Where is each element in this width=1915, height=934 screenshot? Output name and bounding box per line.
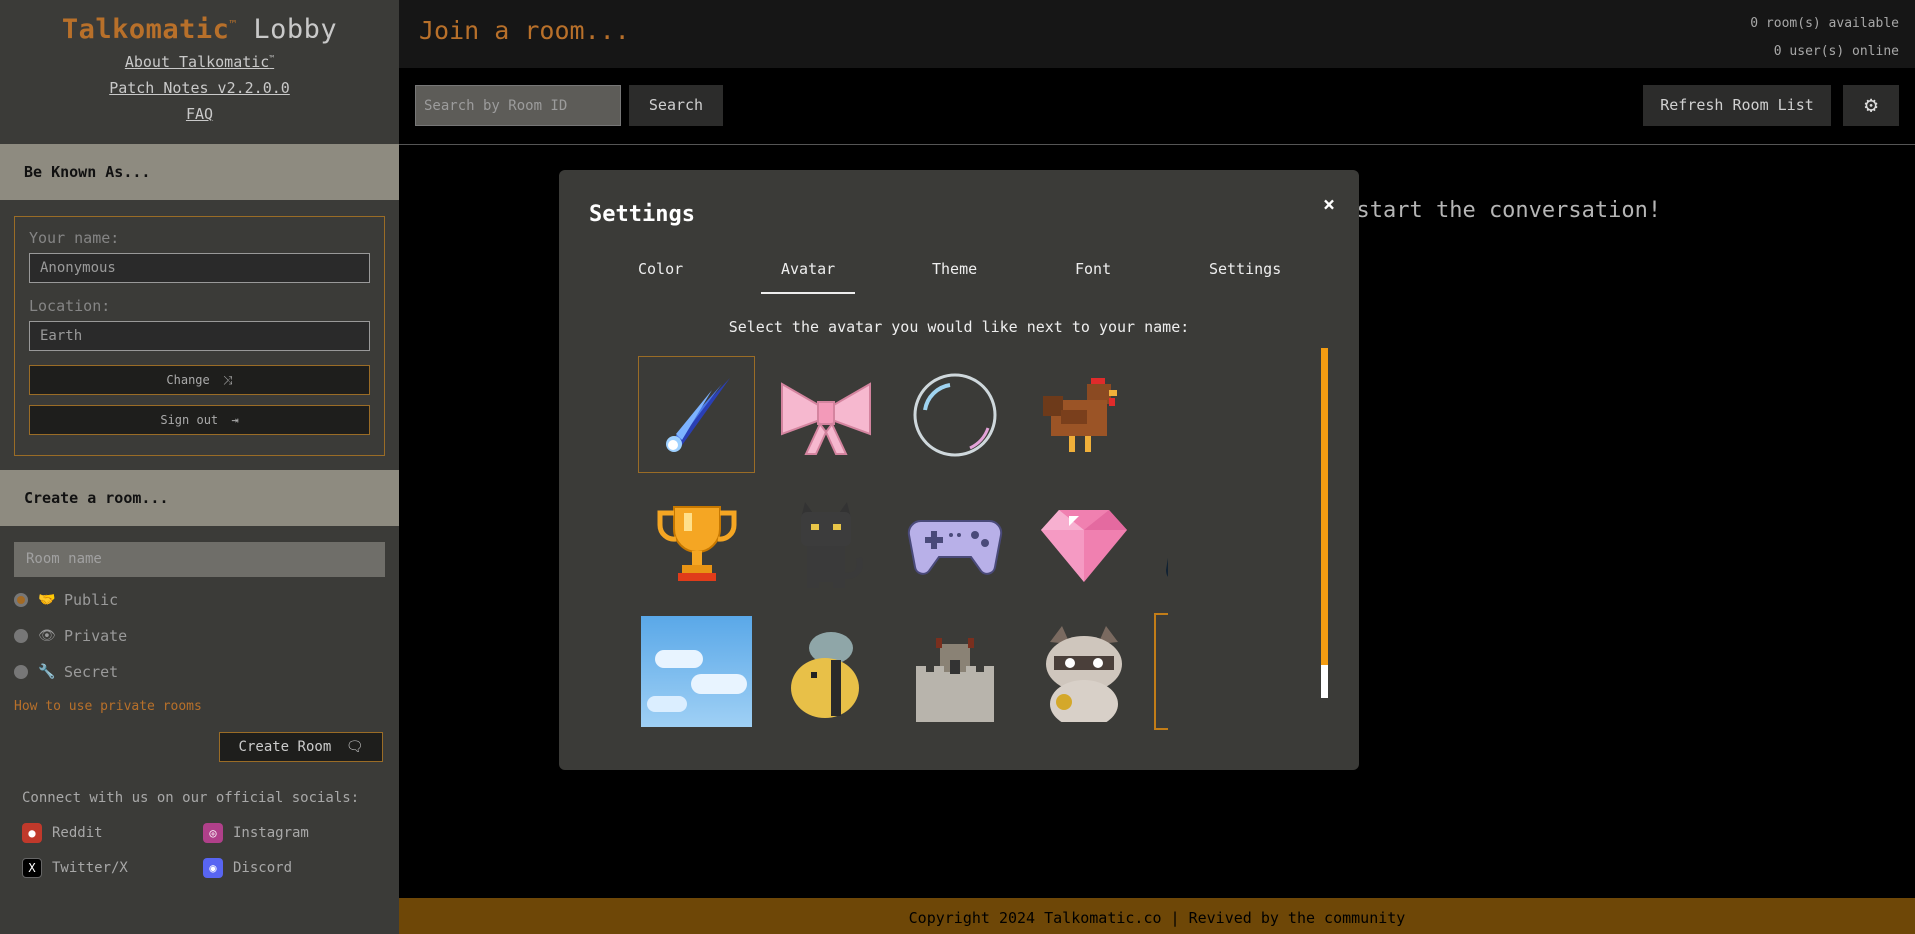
- patch-notes-link[interactable]: Patch Notes v2.2.0.0: [0, 79, 399, 97]
- frog-icon: [1165, 554, 1168, 577]
- top-bar: Join a room... 0 room(s) available 0 use…: [399, 0, 1915, 68]
- instagram-icon: ◎: [203, 823, 223, 843]
- bonsai-icon: [1168, 370, 1169, 460]
- gear-icon: ⚙: [1864, 93, 1878, 118]
- tab-color[interactable]: Color: [638, 260, 683, 278]
- signout-button[interactable]: Sign out ⇥: [29, 405, 370, 435]
- avatar-computer[interactable]: [1154, 613, 1168, 730]
- connect-text: Connect with us on our official socials:: [22, 790, 360, 806]
- sky-icon: [641, 616, 752, 727]
- tab-font[interactable]: Font: [1075, 260, 1111, 278]
- settings-modal: Settings × Color Avatar Theme Font Setti…: [559, 170, 1359, 770]
- chicken-icon: [1042, 377, 1117, 452]
- search-button[interactable]: Search: [629, 85, 723, 126]
- avatar-black-cat[interactable]: [767, 485, 884, 602]
- room-name-input[interactable]: Room name: [14, 542, 385, 577]
- about-link[interactable]: About Talkomatic™: [0, 53, 399, 71]
- radio-button[interactable]: [14, 593, 28, 607]
- bow-icon: [780, 381, 871, 455]
- computer-icon: [1168, 622, 1169, 722]
- name-field[interactable]: Anonymous: [29, 253, 370, 283]
- brand-header: Talkomatic™ Lobby About Talkomatic™ Patc…: [0, 0, 399, 144]
- brand-suffix: Lobby: [253, 14, 338, 45]
- raccoon-icon: [1045, 625, 1122, 722]
- reddit-link[interactable]: ● Reddit: [22, 823, 103, 843]
- modal-title: Settings: [589, 202, 695, 227]
- avatar-trophy[interactable]: [638, 485, 755, 602]
- close-button[interactable]: ×: [1323, 192, 1335, 216]
- toolbar: Search by Room ID Search Refresh Room Li…: [399, 68, 1915, 145]
- x-icon: X: [22, 858, 42, 878]
- sidebar: Talkomatic™ Lobby About Talkomatic™ Patc…: [0, 0, 399, 934]
- radio-secret[interactable]: 🔧 Secret: [14, 663, 385, 681]
- avatar-game-controller[interactable]: [896, 485, 1013, 602]
- stats: 0 room(s) available 0 user(s) online: [1750, 10, 1899, 66]
- name-label: Your name:: [29, 229, 120, 247]
- create-room-button[interactable]: Create Room 🗨: [219, 732, 383, 762]
- radio-private[interactable]: 👁 Private: [14, 627, 385, 645]
- bubble-icon: [913, 373, 996, 456]
- controller-icon: [907, 519, 1002, 575]
- howto-private-link[interactable]: How to use private rooms: [14, 699, 385, 714]
- change-button[interactable]: Change ⤨: [29, 365, 370, 395]
- reddit-icon: ●: [22, 823, 42, 843]
- cat-icon: [800, 501, 863, 588]
- location-label: Location:: [29, 297, 111, 315]
- page-title: Join a room...: [419, 16, 630, 45]
- app-title: Talkomatic™ Lobby: [61, 14, 338, 45]
- avatar-pink-bow[interactable]: [767, 356, 884, 473]
- radio-public[interactable]: 🤝 Public: [14, 591, 385, 609]
- eye-slash-icon: 👁: [38, 628, 56, 644]
- avatar-bonsai[interactable]: [1154, 356, 1168, 473]
- known-as-heading: Be Known As...: [0, 144, 399, 200]
- users-online: 0 user(s) online: [1773, 44, 1899, 59]
- comet-icon: [665, 377, 730, 452]
- empty-rooms-message: d start the conversation!: [1330, 198, 1662, 223]
- brand-name: Talkomatic: [61, 14, 230, 45]
- key-icon: 🔧: [38, 664, 56, 680]
- tab-theme[interactable]: Theme: [932, 260, 977, 278]
- avatar-raccoon[interactable]: [1025, 613, 1142, 730]
- discord-icon: ◉: [203, 858, 223, 878]
- location-field[interactable]: Earth: [29, 321, 370, 351]
- radio-button[interactable]: [14, 665, 28, 679]
- trophy-icon: [656, 505, 737, 581]
- bee-icon: [790, 631, 859, 718]
- scrollbar-thumb[interactable]: [1321, 348, 1328, 665]
- instagram-link[interactable]: ◎ Instagram: [203, 823, 309, 843]
- diamond-icon: [1040, 509, 1127, 582]
- discord-link[interactable]: ◉ Discord: [203, 858, 292, 878]
- avatar-bubble[interactable]: [896, 356, 1013, 473]
- shuffle-icon: ⤨: [222, 373, 233, 387]
- footer: Copyright 2024 Talkomatic.co | Revived b…: [399, 898, 1915, 934]
- rooms-available: 0 room(s) available: [1750, 16, 1899, 31]
- avatar-castle[interactable]: [896, 613, 1013, 730]
- avatar-frog[interactable]: [1154, 485, 1168, 602]
- avatar-chicken[interactable]: [1025, 356, 1142, 473]
- faq-link[interactable]: FAQ: [0, 105, 399, 123]
- search-input[interactable]: Search by Room ID: [415, 85, 621, 126]
- tab-avatar[interactable]: Avatar: [760, 260, 856, 294]
- handshake-icon: 🤝: [38, 592, 56, 608]
- avatar-sky[interactable]: [638, 613, 755, 730]
- refresh-button[interactable]: Refresh Room List: [1643, 85, 1831, 126]
- radio-button[interactable]: [14, 629, 28, 643]
- avatar-bee[interactable]: [767, 613, 884, 730]
- signout-icon: ⇥: [231, 413, 239, 427]
- tab-settings[interactable]: Settings: [1209, 260, 1281, 278]
- chat-bubble-icon: 🗨: [345, 739, 364, 755]
- known-as-panel: Your name: Anonymous Location: Earth Cha…: [14, 216, 385, 456]
- avatar-comet[interactable]: [638, 356, 755, 473]
- twitter-link[interactable]: X Twitter/X: [22, 858, 128, 878]
- settings-button[interactable]: ⚙: [1843, 85, 1899, 126]
- castle-icon: [915, 637, 994, 722]
- create-room-heading: Create a room...: [0, 470, 399, 526]
- avatar-prompt: Select the avatar you would like next to…: [728, 318, 1190, 336]
- avatar-grid: [638, 356, 1168, 869]
- avatar-diamond[interactable]: [1025, 485, 1142, 602]
